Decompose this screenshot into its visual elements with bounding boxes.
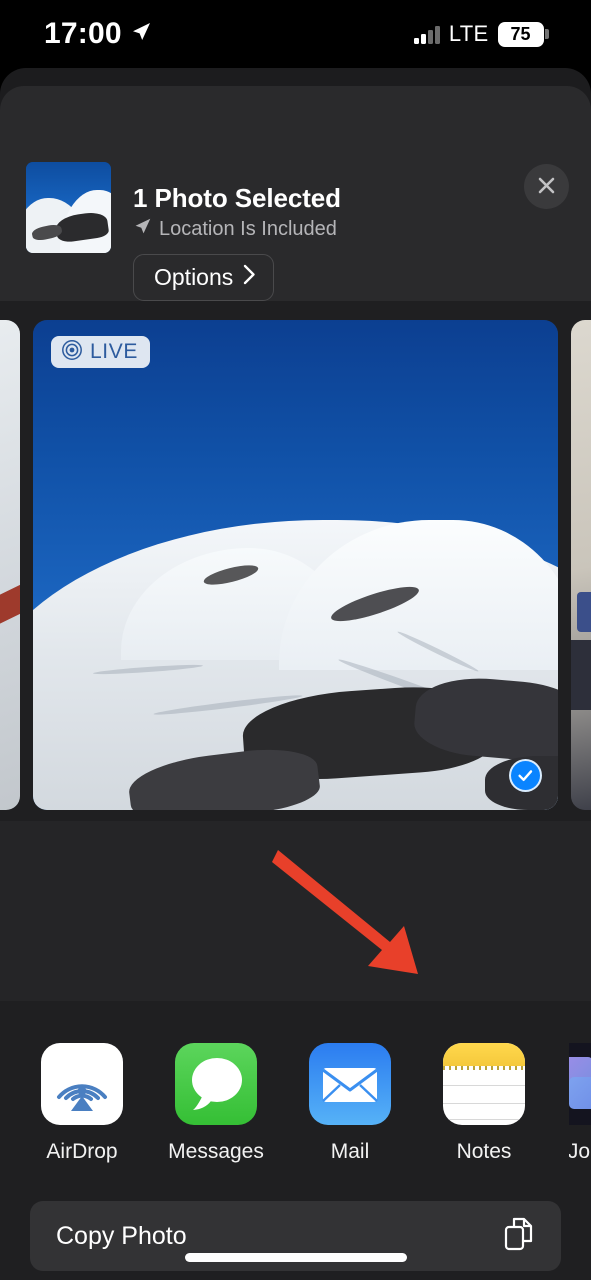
airdrop-icon xyxy=(41,1043,123,1125)
share-title: 1 Photo Selected xyxy=(133,183,341,213)
close-button[interactable] xyxy=(524,164,569,209)
live-photo-badge[interactable]: LIVE xyxy=(51,336,150,368)
notes-icon xyxy=(443,1043,525,1125)
messages-icon xyxy=(175,1043,257,1125)
action-label: Copy Photo xyxy=(56,1221,187,1250)
share-subtitle-label: Location Is Included xyxy=(159,218,337,240)
carrier-label: LTE xyxy=(448,21,489,46)
share-action-list: Copy Photo Add to Album xyxy=(0,1201,591,1280)
sheet-gap-area xyxy=(0,821,591,1001)
live-photo-label: LIVE xyxy=(90,340,138,363)
status-bar-left: 17:00 xyxy=(44,19,152,49)
share-app-mail[interactable]: Mail xyxy=(301,1043,399,1164)
share-app-journal[interactable]: Jo xyxy=(569,1043,591,1164)
share-app-label: Notes xyxy=(456,1140,512,1163)
checkmark-circle-icon[interactable] xyxy=(509,759,542,792)
status-bar: 17:00 LTE 75 xyxy=(0,0,591,68)
location-arrow-icon xyxy=(130,21,152,48)
carousel-photo-previous[interactable] xyxy=(0,320,20,810)
share-app-label: Mail xyxy=(330,1140,370,1163)
share-app-label: AirDrop xyxy=(46,1140,118,1163)
home-indicator[interactable] xyxy=(185,1253,407,1262)
carousel-photo-next[interactable] xyxy=(571,320,591,810)
battery-indicator: 75 xyxy=(497,21,549,47)
share-app-airdrop[interactable]: AirDrop xyxy=(33,1043,131,1164)
options-button-label: Options xyxy=(154,264,234,290)
status-bar-time: 17:00 xyxy=(44,17,122,50)
chevron-right-icon xyxy=(243,264,256,291)
share-sheet: 1 Photo Selected Location Is Included Op… xyxy=(0,68,591,1280)
carousel-photo-selected[interactable]: LIVE xyxy=(33,320,558,810)
share-sheet-header: 1 Photo Selected Location Is Included Op… xyxy=(0,86,591,301)
mail-icon xyxy=(309,1043,391,1125)
close-icon xyxy=(536,175,557,199)
options-button[interactable]: Options xyxy=(133,254,275,301)
share-subtitle: Location Is Included xyxy=(133,217,337,242)
iphone-screen: 17:00 LTE 75 1 Photo Selected Location I… xyxy=(0,0,591,1280)
location-arrow-icon xyxy=(133,217,152,242)
photo-carousel[interactable]: LIVE xyxy=(0,301,591,821)
copy-icon xyxy=(501,1215,537,1258)
selected-photo-thumbnail[interactable] xyxy=(26,162,111,253)
cellular-signal-icon xyxy=(414,24,440,44)
share-app-row[interactable]: AirDrop Messages Mail Notes Jo xyxy=(0,1001,591,1201)
battery-percent-label: 75 xyxy=(510,24,531,44)
share-app-label: Jo xyxy=(569,1140,591,1163)
share-app-label: Messages xyxy=(168,1140,264,1163)
status-bar-right: LTE 75 xyxy=(414,21,549,47)
share-app-notes[interactable]: Notes xyxy=(435,1043,533,1164)
share-app-messages[interactable]: Messages xyxy=(167,1043,265,1164)
journal-icon xyxy=(569,1043,591,1125)
live-photo-icon xyxy=(61,339,83,366)
